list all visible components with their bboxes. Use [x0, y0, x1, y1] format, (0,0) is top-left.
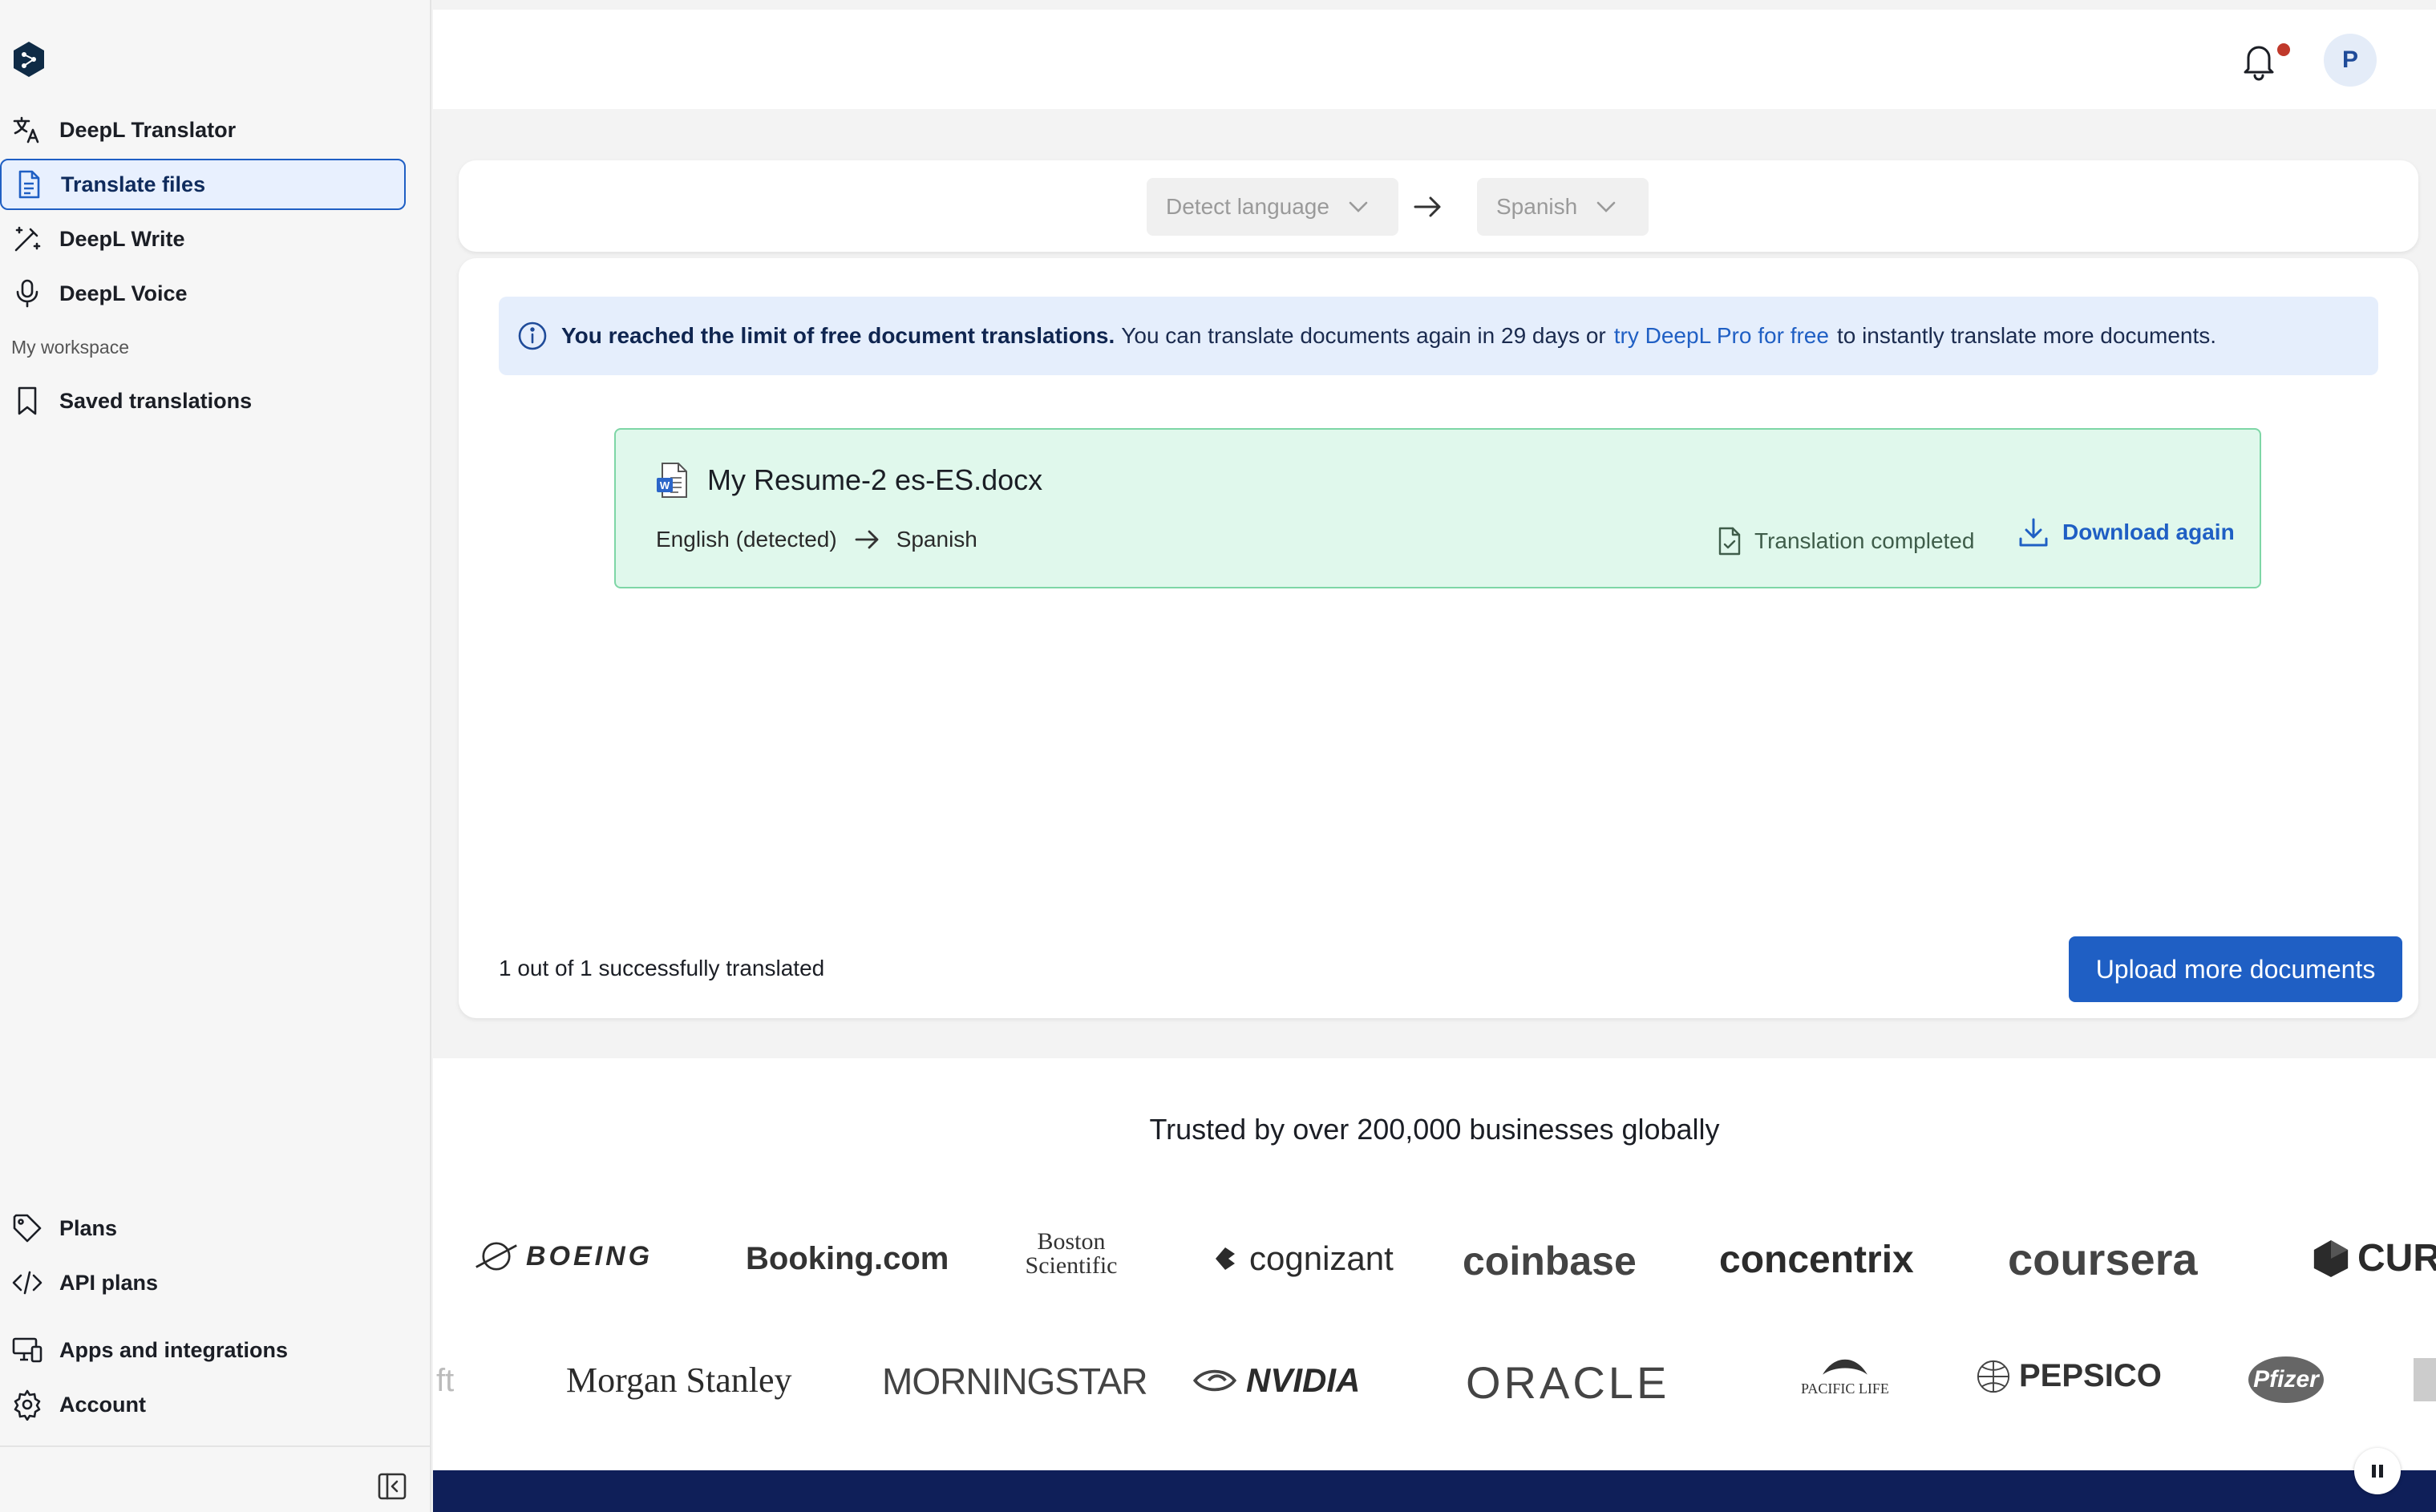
apps-icon	[11, 1334, 43, 1366]
cognizant-logo: cognizant	[1209, 1239, 1394, 1278]
chevron-down-icon	[1349, 201, 1368, 212]
file-source-language: English (detected)	[656, 527, 837, 552]
svg-text:W: W	[660, 479, 670, 491]
coinbase-logo: coinbase	[1463, 1239, 1637, 1284]
translation-status-text: Translation completed	[1754, 528, 1975, 553]
target-language-value: Spanish	[1496, 194, 1578, 219]
deepl-logo-icon[interactable]	[11, 40, 47, 79]
sidebar-item-label: Account	[59, 1392, 146, 1417]
try-deepl-pro-link[interactable]: try DeepL Pro for free	[1614, 323, 1829, 349]
oracle-logo: ORACLE	[1466, 1357, 1670, 1408]
language-bar: Detect language Spanish	[459, 160, 2418, 252]
sidebar-divider	[0, 1445, 431, 1447]
gear-icon	[11, 1389, 43, 1421]
top-bar: P	[433, 10, 2436, 109]
partial-logo: ft	[436, 1363, 455, 1398]
tag-icon	[11, 1212, 43, 1244]
sidebar-item-deepl-translator[interactable]: DeepL Translator	[0, 104, 406, 156]
document-icon	[13, 168, 45, 200]
footer-strip	[433, 1470, 2436, 1512]
collapse-sidebar-icon[interactable]	[377, 1472, 407, 1501]
cursor-logo: CURS	[2313, 1236, 2436, 1280]
avatar[interactable]: P	[2324, 34, 2377, 87]
file-name: My Resume-2 es-ES.docx	[707, 463, 1043, 496]
download-again-button[interactable]: Download again	[2017, 516, 2235, 548]
download-icon	[2019, 518, 2048, 547]
logo-row-1: BOEING Booking.com Boston Scientific cog…	[433, 1227, 2436, 1299]
notification-bell-icon[interactable]	[2237, 38, 2280, 82]
sidebar-item-label: Saved translations	[59, 388, 253, 413]
partial-logo-right	[2414, 1358, 2436, 1401]
concentrix-logo: concentrix	[1719, 1239, 1914, 1281]
sidebar-item-deepl-write[interactable]: DeepL Write	[0, 213, 406, 265]
upload-more-documents-button[interactable]: Upload more documents	[2069, 936, 2402, 1002]
chevron-down-icon	[1596, 201, 1616, 212]
pepsico-logo: PEPSICO	[1976, 1358, 2162, 1394]
source-language-select[interactable]: Detect language	[1147, 178, 1398, 236]
sidebar-item-label: Translate files	[61, 172, 206, 196]
sidebar-item-label: Plans	[59, 1215, 118, 1240]
nvidia-logo: NVIDIA	[1192, 1361, 1360, 1400]
sidebar-item-apps-and-integrations[interactable]: Apps and integrations	[0, 1324, 406, 1376]
sidebar-item-account[interactable]: Account	[0, 1379, 406, 1430]
sidebar-item-label: DeepL Write	[59, 226, 185, 251]
boston-scientific-logo: Boston Scientific	[1025, 1228, 1118, 1279]
source-language-value: Detect language	[1166, 194, 1329, 219]
pacific-life-logo: PACIFIC LIFE	[1801, 1350, 1889, 1397]
sidebar-item-translate-files[interactable]: Translate files	[0, 159, 406, 210]
sidebar-item-deepl-voice[interactable]: DeepL Voice	[0, 268, 406, 319]
limit-info-banner: You reached the limit of free document t…	[499, 297, 2378, 375]
microphone-icon	[11, 277, 43, 309]
arrow-right-icon	[1411, 191, 1443, 223]
code-icon	[11, 1267, 43, 1299]
magic-wand-icon	[11, 223, 43, 255]
word-document-icon: W	[656, 462, 690, 499]
translation-status: Translation completed	[1716, 526, 1974, 556]
notification-dot	[2277, 43, 2290, 56]
morningstar-logo: MORNINGSTAR	[882, 1360, 1148, 1402]
sidebar-item-saved-translations[interactable]: Saved translations	[0, 375, 406, 427]
file-target-language: Spanish	[896, 527, 977, 552]
sidebar: DeepL Translator Translate files DeepL W…	[0, 0, 431, 1512]
sidebar-item-label: DeepL Voice	[59, 281, 188, 305]
sidebar-item-label: API plans	[59, 1270, 159, 1295]
target-language-select[interactable]: Spanish	[1477, 178, 1649, 236]
info-icon	[518, 321, 547, 350]
sidebar-item-label: DeepL Translator	[59, 117, 237, 142]
file-language-pair: English (detected) Spanish	[656, 526, 977, 553]
download-again-label: Download again	[2062, 519, 2235, 544]
morgan-stanley-logo: Morgan Stanley	[566, 1360, 792, 1400]
boeing-logo: BOEING	[475, 1238, 653, 1275]
workspace-section-label: My workspace	[11, 337, 129, 358]
pause-icon	[2372, 1465, 2383, 1478]
booking-logo: Booking.com	[746, 1241, 949, 1276]
banner-text: You can translate documents again in 29 …	[1121, 323, 1606, 348]
arrow-right-icon	[855, 530, 879, 549]
banner-text-after: to instantly translate more documents.	[1836, 323, 2217, 348]
sidebar-item-api-plans[interactable]: API plans	[0, 1257, 406, 1308]
bookmark-icon	[11, 385, 43, 417]
pfizer-logo: Pfizer	[2248, 1356, 2324, 1403]
sidebar-item-label: Apps and integrations	[59, 1337, 289, 1362]
translation-panel: You reached the limit of free document t…	[459, 258, 2418, 1018]
pause-carousel-button[interactable]	[2354, 1448, 2401, 1494]
sidebar-item-plans[interactable]: Plans	[0, 1203, 406, 1254]
translate-icon	[11, 114, 43, 146]
trusted-title: Trusted by over 200,000 businesses globa…	[1149, 1113, 1720, 1146]
banner-bold-text: You reached the limit of free document t…	[561, 323, 1115, 348]
file-check-icon	[1718, 527, 1741, 556]
file-card: W My Resume-2 es-ES.docx English (detect…	[614, 428, 2261, 588]
trusted-by-section: Trusted by over 200,000 businesses globa…	[433, 1058, 2436, 1470]
translation-summary: 1 out of 1 successfully translated	[499, 956, 825, 980]
logo-row-2: ft Morgan Stanley MORNINGSTAR NVIDIA ORA…	[433, 1347, 2436, 1419]
coursera-logo: coursera	[2008, 1234, 2198, 1284]
